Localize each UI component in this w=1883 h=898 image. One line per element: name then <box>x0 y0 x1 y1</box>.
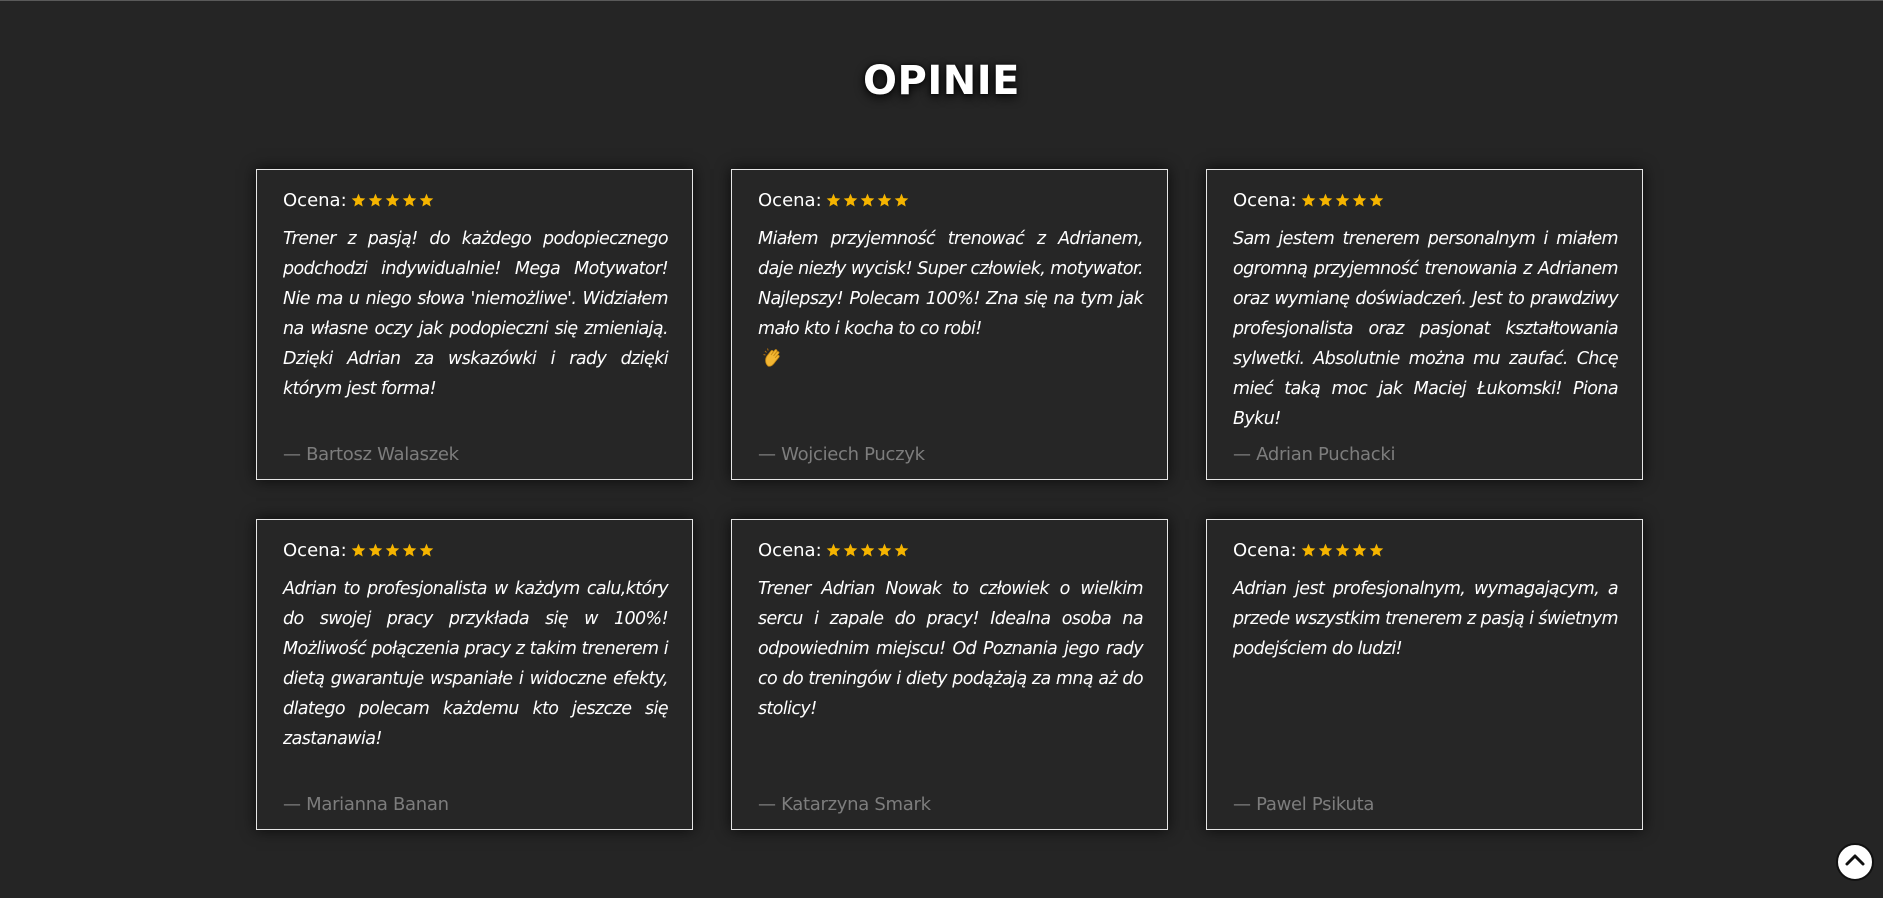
star-rating <box>826 543 911 558</box>
review-card: Ocena: Sam jestem trenerem personalnym i… <box>1206 169 1643 480</box>
star-rating <box>826 193 911 208</box>
rating-row: Ocena: <box>283 188 668 212</box>
star-icon <box>843 543 858 558</box>
review-text: Adrian to profesjonalista w każdym calu,… <box>283 579 669 749</box>
star-rating <box>1301 193 1386 208</box>
star-rating <box>351 193 436 208</box>
review-text: Adrian jest profesjonalnym, wymagającym,… <box>1233 579 1619 659</box>
review-card: Ocena: Miałem przyjemność trenować z Adr… <box>731 169 1168 480</box>
star-icon <box>385 543 400 558</box>
chevron-up-icon <box>1843 848 1867 876</box>
star-icon <box>402 193 417 208</box>
review-text: Sam jestem trenerem personalnym i miałem… <box>1233 229 1619 429</box>
star-rating <box>351 543 436 558</box>
star-icon <box>419 543 434 558</box>
review-author: — Marianna Banan <box>283 794 449 815</box>
star-icon <box>351 543 366 558</box>
scroll-to-top-button[interactable] <box>1836 843 1874 881</box>
rating-label: Ocena: <box>1233 189 1297 211</box>
rating-label: Ocena: <box>758 189 822 211</box>
star-icon <box>826 543 841 558</box>
star-icon <box>1318 193 1333 208</box>
star-icon <box>402 543 417 558</box>
star-icon <box>351 193 366 208</box>
star-icon <box>1301 543 1316 558</box>
opinions-section: OPINIE Ocena: Trener z pasją! do każdego… <box>0 0 1883 898</box>
review-text-container: Miałem przyjemność trenować z Adrianem, … <box>758 224 1144 374</box>
rating-row: Ocena: <box>283 538 668 562</box>
review-text: Trener z pasją! do każdego podopiecznego… <box>283 229 669 399</box>
rating-label: Ocena: <box>283 189 347 211</box>
star-rating <box>1301 543 1386 558</box>
review-author: — Katarzyna Smark <box>758 794 931 815</box>
star-icon <box>826 193 841 208</box>
star-icon <box>1301 193 1316 208</box>
review-card: Ocena: Adrian to profesjonalista w każdy… <box>256 519 693 830</box>
star-icon <box>1369 193 1384 208</box>
rating-label: Ocena: <box>1233 539 1297 561</box>
top-divider <box>0 0 1883 1</box>
star-icon <box>877 193 892 208</box>
review-card: Ocena: Adrian jest profesjonalnym, wymag… <box>1206 519 1643 830</box>
star-icon <box>877 543 892 558</box>
review-card: Ocena: Trener z pasją! do każdego podopi… <box>256 169 693 480</box>
star-icon <box>843 193 858 208</box>
review-author: — Adrian Puchacki <box>1233 444 1396 465</box>
star-icon <box>1318 543 1333 558</box>
star-icon <box>1335 193 1350 208</box>
clapping-hands-icon <box>762 346 784 368</box>
rating-label: Ocena: <box>283 539 347 561</box>
review-author: — Bartosz Walaszek <box>283 444 459 465</box>
rating-row: Ocena: <box>1233 188 1618 212</box>
star-icon <box>1352 193 1367 208</box>
star-icon <box>860 193 875 208</box>
star-icon <box>894 193 909 208</box>
star-icon <box>1369 543 1384 558</box>
review-author: — Wojciech Puczyk <box>758 444 925 465</box>
star-icon <box>1335 543 1350 558</box>
rating-row: Ocena: <box>1233 538 1618 562</box>
rating-label: Ocena: <box>758 539 822 561</box>
star-icon <box>1352 543 1367 558</box>
star-icon <box>385 193 400 208</box>
rating-row: Ocena: <box>758 188 1143 212</box>
rating-row: Ocena: <box>758 538 1143 562</box>
section-title: OPINIE <box>863 58 1020 104</box>
review-card: Ocena: Trener Adrian Nowak to człowiek o… <box>731 519 1168 830</box>
review-author: — Pawel Psikuta <box>1233 794 1375 815</box>
star-icon <box>368 193 383 208</box>
review-text: Trener Adrian Nowak to człowiek o wielki… <box>758 579 1144 719</box>
star-icon <box>860 543 875 558</box>
star-icon <box>419 193 434 208</box>
review-text: Miałem przyjemność trenować z Adrianem, … <box>758 229 1144 339</box>
star-icon <box>368 543 383 558</box>
reviews-grid: Ocena: Trener z pasją! do każdego podopi… <box>256 169 1643 830</box>
star-icon <box>894 543 909 558</box>
